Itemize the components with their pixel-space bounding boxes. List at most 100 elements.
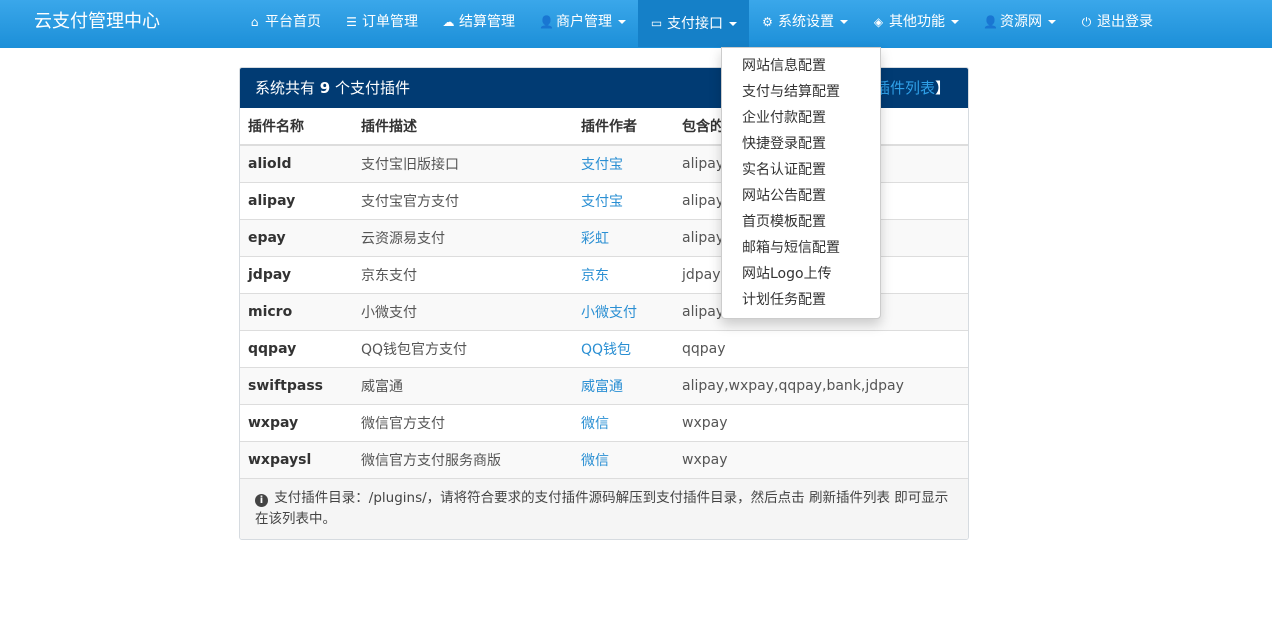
refresh-link-wrap: 插件列表】 [875, 68, 950, 108]
dropdown-item-7[interactable]: 邮箱与短信配置 [722, 235, 880, 261]
link-bracket: 】 [934, 79, 950, 97]
brand-title[interactable]: 云支付管理中心 [34, 0, 160, 44]
col-header-desc: 插件描述 [353, 108, 573, 146]
dropdown-item-1[interactable]: 支付与结算配置 [722, 79, 880, 105]
plugin-author: QQ钱包 [573, 329, 674, 367]
nav-item-4[interactable]: ▭ 支付接口 [638, 0, 749, 47]
gear-icon: ⚙ [762, 14, 773, 29]
caret-down-icon [951, 20, 959, 24]
cloud-icon: ☁ [442, 14, 455, 29]
list-icon: ☰ [346, 14, 357, 29]
caret-down-icon [1048, 20, 1056, 24]
author-link[interactable]: 微信 [581, 453, 609, 469]
plugin-name: alipay [240, 181, 353, 219]
heading-prefix: 系统共有 [255, 79, 320, 97]
nav-item-3[interactable]: 👤 商户管理 [527, 0, 638, 44]
plugin-desc: 小微支付 [353, 292, 573, 330]
plugin-author: 支付宝 [573, 181, 674, 219]
caret-down-icon [618, 20, 626, 24]
plugin-types: alipay,wxpay,qqpay,bank,jdpay [674, 366, 968, 404]
plugin-desc: QQ钱包官方支付 [353, 329, 573, 367]
table-row: qqpay QQ钱包官方支付 QQ钱包 qqpay [240, 329, 968, 367]
col-header-author: 插件作者 [573, 108, 674, 146]
dropdown-item-4[interactable]: 实名认证配置 [722, 157, 880, 183]
plugin-author: 支付宝 [573, 144, 674, 182]
credit-card-icon: ▭ [650, 16, 663, 30]
heading-suffix: 个支付插件 [330, 79, 410, 97]
nav-label: 平台首页 [265, 14, 321, 30]
author-link[interactable]: 彩虹 [581, 231, 609, 247]
author-link[interactable]: 支付宝 [581, 157, 623, 173]
main-nav: ⌂ 平台首页 ☰ 订单管理 ☁ 结算管理 👤 商户管理 ▭ 支付接口 ⚙ 系统设置 ◈ 其他功能 👤 资源网 ⏻… [236, 0, 1165, 47]
plugin-name: wxpay [240, 403, 353, 441]
plugin-desc: 威富通 [353, 366, 573, 404]
author-link[interactable]: 支付宝 [581, 194, 623, 210]
nav-label: 支付接口 [667, 15, 723, 32]
plugin-name: jdpay [240, 255, 353, 293]
plugin-author: 微信 [573, 440, 674, 478]
plugin-author: 彩虹 [573, 218, 674, 256]
nav-item-0[interactable]: ⌂ 平台首页 [236, 0, 333, 44]
plugin-name: aliold [240, 144, 353, 182]
footer-note: 支付插件目录：/plugins/，请将符合要求的支付插件源码解压到支付插件目录，… [255, 490, 949, 527]
dropdown-item-2[interactable]: 企业付款配置 [722, 105, 880, 131]
plugin-desc: 支付宝旧版接口 [353, 144, 573, 182]
home-icon: ⌂ [250, 14, 259, 29]
plugin-desc: 支付宝官方支付 [353, 181, 573, 219]
nav-label: 资源网 [1000, 14, 1042, 30]
top-navbar: 云支付管理中心 ⌂ 平台首页 ☰ 订单管理 ☁ 结算管理 👤 商户管理 ▭ 支付接口 ⚙ 系统设置 ◈ 其… [0, 0, 1272, 48]
plugin-types: wxpay [674, 403, 968, 441]
nav-item-8[interactable]: ⏻ 退出登录 [1068, 0, 1165, 44]
plugin-types: qqpay [674, 329, 968, 367]
plugin-list-link[interactable]: 插件列表 [875, 79, 935, 97]
power-icon: ⏻ [1081, 14, 1092, 29]
plugin-types: wxpay [674, 440, 968, 478]
col-header-name: 插件名称 [240, 108, 353, 146]
author-link[interactable]: 威富通 [581, 379, 623, 395]
nav-label: 结算管理 [459, 14, 515, 30]
plugin-name: qqpay [240, 329, 353, 367]
plugin-author: 微信 [573, 403, 674, 441]
dropdown-item-3[interactable]: 快捷登录配置 [722, 131, 880, 157]
nav-label: 退出登录 [1097, 14, 1153, 30]
dropdown-item-5[interactable]: 网站公告配置 [722, 183, 880, 209]
nav-label: 订单管理 [362, 14, 418, 30]
nav-item-1[interactable]: ☰ 订单管理 [333, 0, 430, 44]
nav-item-7[interactable]: 👤 资源网 [971, 0, 1068, 44]
nav-item-5[interactable]: ⚙ 系统设置 [749, 0, 860, 44]
author-link[interactable]: 京东 [581, 268, 609, 284]
info-icon: i [255, 494, 268, 507]
nav-label: 其他功能 [889, 14, 945, 30]
plugin-name: wxpaysl [240, 440, 353, 478]
plugin-name: swiftpass [240, 366, 353, 404]
plugin-desc: 京东支付 [353, 255, 573, 293]
dropdown-item-9[interactable]: 计划任务配置 [722, 287, 880, 313]
plugin-author: 京东 [573, 255, 674, 293]
user-icon: 👤 [539, 14, 554, 29]
plugin-name: epay [240, 218, 353, 256]
plugin-name: micro [240, 292, 353, 330]
system-settings-dropdown: 网站信息配置 支付与结算配置 企业付款配置 快捷登录配置 实名认证配置 网站公告配置 首页模… [721, 47, 881, 319]
table-row: wxpay 微信官方支付 微信 wxpay [240, 403, 968, 441]
author-link[interactable]: 小微支付 [581, 305, 637, 321]
plugin-count: 9 [319, 79, 331, 97]
table-row: swiftpass 威富通 威富通 alipay,wxpay,qqpay,bank,j… [240, 366, 968, 404]
dropdown-item-0[interactable]: 网站信息配置 [722, 53, 880, 79]
nav-item-2[interactable]: ☁ 结算管理 [430, 0, 527, 44]
dropdown-item-8[interactable]: 网站Logo上传 [722, 261, 880, 287]
nav-item-6[interactable]: ◈ 其他功能 [860, 0, 971, 44]
dropdown-item-6[interactable]: 首页模板配置 [722, 209, 880, 235]
table-row: wxpaysl 微信官方支付服务商版 微信 wxpay [240, 440, 968, 478]
caret-down-icon [729, 21, 737, 26]
nav-label: 系统设置 [778, 14, 834, 30]
cube-icon: ◈ [873, 14, 884, 29]
panel-footer: i 支付插件目录：/plugins/，请将符合要求的支付插件源码解压到支付插件目… [240, 478, 968, 539]
plugin-desc: 微信官方支付服务商版 [353, 440, 573, 478]
author-link[interactable]: QQ钱包 [581, 342, 631, 358]
author-link[interactable]: 微信 [581, 416, 609, 432]
plugin-desc: 云资源易支付 [353, 218, 573, 256]
plugin-author: 小微支付 [573, 292, 674, 330]
plugin-desc: 微信官方支付 [353, 403, 573, 441]
plugin-author: 威富通 [573, 366, 674, 404]
user-icon: 👤 [983, 14, 998, 29]
